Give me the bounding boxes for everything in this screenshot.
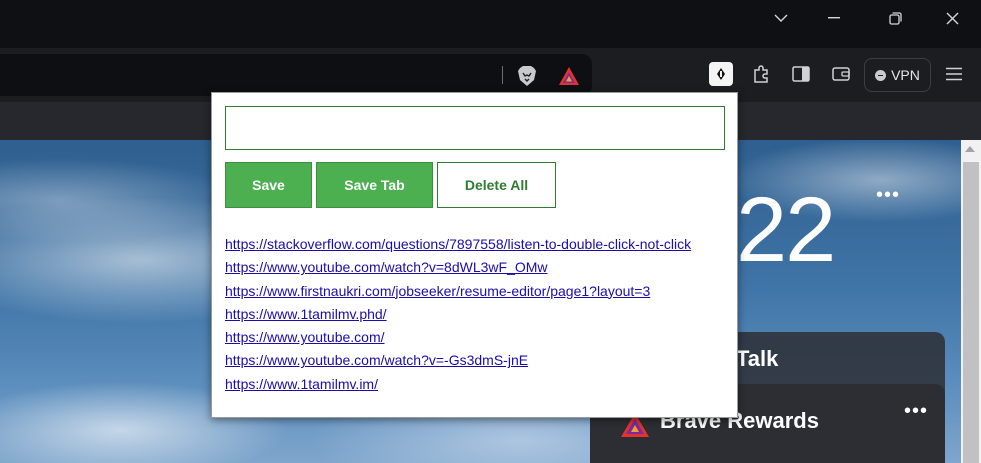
clock-widget: 22 <box>736 179 836 281</box>
extension-active-icon[interactable] <box>709 62 733 86</box>
saved-link[interactable]: https://www.firstnaukri.com/jobseeker/re… <box>225 280 691 303</box>
delete-all-button[interactable]: Delete All <box>437 162 556 208</box>
brave-shields-lion-icon[interactable] <box>515 64 539 88</box>
extensions-puzzle-icon[interactable] <box>749 62 773 86</box>
close-icon[interactable] <box>930 4 974 32</box>
tab-search-chevron-icon[interactable] <box>759 4 803 32</box>
sidebar-toggle-icon[interactable] <box>789 62 813 86</box>
wallet-icon[interactable] <box>829 62 853 86</box>
talk-card-title: Talk <box>736 346 779 371</box>
saved-link[interactable]: https://www.1tamilmv.im/ <box>225 373 691 396</box>
vpn-status-icon <box>875 69 887 81</box>
brave-rewards-triangle-icon[interactable] <box>557 64 581 88</box>
title-bar <box>0 0 981 48</box>
hamburger-menu-icon[interactable] <box>942 62 966 86</box>
address-bar[interactable] <box>0 54 592 96</box>
url-input[interactable] <box>225 106 725 150</box>
extension-popup: Save Save Tab Delete All https://stackov… <box>211 92 738 418</box>
address-bar-divider <box>502 66 503 84</box>
saved-link[interactable]: https://www.youtube.com/watch?v=-Gs3dmS-… <box>225 349 691 372</box>
clock-more-icon[interactable]: ••• <box>876 185 900 205</box>
saved-link[interactable]: https://www.1tamilmv.phd/ <box>225 303 691 326</box>
page-scrollbar[interactable] <box>961 140 981 463</box>
vpn-button[interactable]: VPN <box>864 58 931 92</box>
save-button[interactable]: Save <box>225 162 312 208</box>
save-tab-button[interactable]: Save Tab <box>316 162 433 208</box>
minimize-icon[interactable] <box>812 4 856 32</box>
saved-link[interactable]: https://stackoverflow.com/questions/7897… <box>225 233 691 256</box>
rewards-more-icon[interactable]: ••• <box>904 401 928 421</box>
saved-links-list: https://stackoverflow.com/questions/7897… <box>225 233 691 396</box>
saved-link[interactable]: https://www.youtube.com/watch?v=8dWL3wF_… <box>225 256 691 279</box>
vpn-label: VPN <box>891 67 920 83</box>
saved-link[interactable]: https://www.youtube.com/ <box>225 326 691 349</box>
scroll-up-arrow-icon[interactable] <box>965 146 975 152</box>
restore-icon[interactable] <box>873 4 917 32</box>
scroll-thumb[interactable] <box>963 162 979 463</box>
